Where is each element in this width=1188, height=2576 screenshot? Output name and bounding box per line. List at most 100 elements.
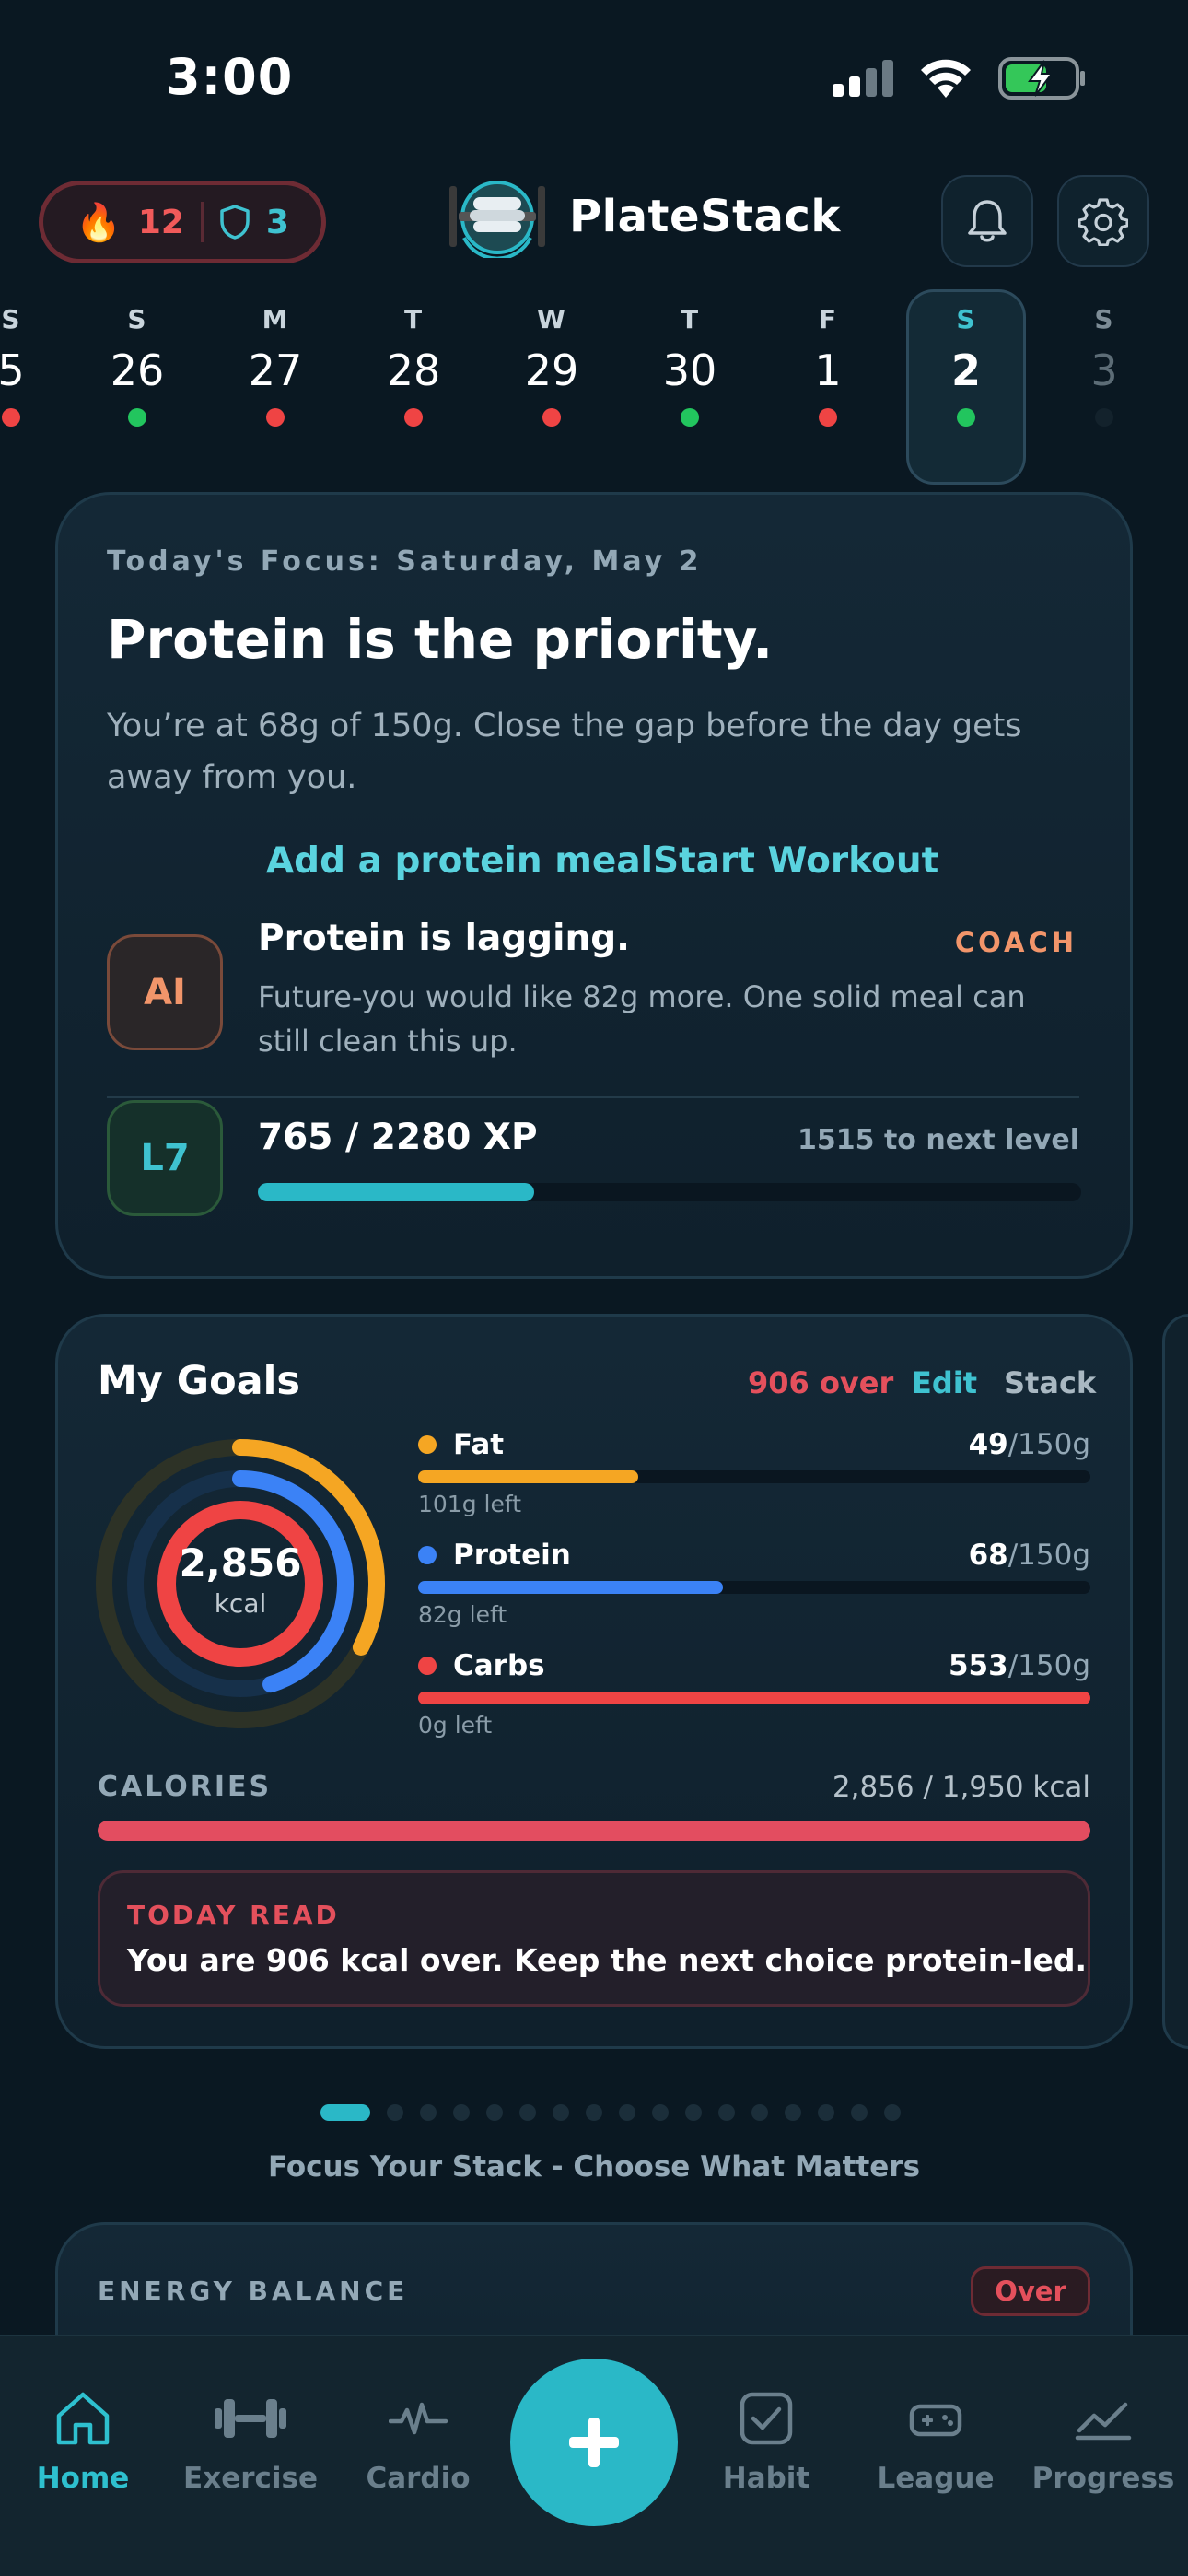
streak-pill[interactable]: 🔥 12 3 [39, 181, 326, 263]
level-badge: L7 [107, 1100, 223, 1216]
coach-tag: COACH [954, 927, 1077, 958]
pager-dot[interactable] [553, 2104, 569, 2121]
calendar-day[interactable]: M 27 [215, 304, 335, 427]
nav-league[interactable]: League [853, 2390, 1019, 2495]
pager-dot[interactable] [387, 2104, 403, 2121]
calories-value: 2,856 / 1,950 kcal [832, 1771, 1090, 1804]
fat-left: 101g left [418, 1491, 522, 1517]
day-letter: S [127, 304, 147, 334]
protein-fill [418, 1581, 723, 1594]
day-letter: S [956, 304, 976, 334]
nav-cardio[interactable]: Cardio [335, 2390, 501, 2495]
day-number: 28 [386, 345, 441, 395]
nav-habit[interactable]: Habit [683, 2390, 849, 2495]
pager-dot-active[interactable] [320, 2104, 370, 2121]
pager-dot[interactable] [785, 2104, 801, 2121]
calendar-day[interactable]: W 29 [492, 304, 611, 427]
pager-dot[interactable] [420, 2104, 437, 2121]
carbs-row-label: Carbs [418, 1649, 545, 1682]
fire-icon: 🔥 [76, 201, 122, 244]
energy-status-badge: Over [971, 2266, 1090, 2316]
goals-stack-button[interactable]: Stack [1004, 1365, 1096, 1400]
pager-dot[interactable] [685, 2104, 702, 2121]
signal-icon [833, 60, 893, 97]
pager-dot[interactable] [586, 2104, 602, 2121]
day-number: 27 [248, 345, 303, 395]
carbs-left: 0g left [418, 1712, 493, 1739]
today-read-text: You are 906 kcal over. Keep the next cho… [127, 1942, 1088, 1978]
pager-dot[interactable] [751, 2104, 768, 2121]
goals-edit-button[interactable]: Edit [912, 1365, 977, 1400]
carbs-track [418, 1692, 1090, 1704]
xp-next-level: 1515 to next level [798, 1124, 1079, 1156]
protein-left: 82g left [418, 1601, 507, 1628]
shield-count: 3 [265, 203, 289, 241]
day-letter: F [818, 304, 838, 334]
calendar-day[interactable]: T 28 [354, 304, 473, 427]
protein-row-label: Protein [418, 1539, 571, 1572]
protein-value: 68/150g [969, 1539, 1090, 1572]
plus-icon [569, 2418, 619, 2467]
pager-dot[interactable] [884, 2104, 901, 2121]
settings-button[interactable] [1057, 175, 1149, 267]
nav-home[interactable]: Home [0, 2390, 166, 2495]
fat-fill [418, 1470, 638, 1483]
day-status-dot [819, 408, 837, 427]
pager-dot[interactable] [652, 2104, 669, 2121]
add-protein-meal-link[interactable]: Add a protein meal [266, 840, 653, 882]
notifications-button[interactable] [941, 175, 1033, 267]
coach-title: Protein is lagging. [258, 918, 630, 959]
gamepad-icon [909, 2404, 962, 2437]
xp-value: 765 / 2280 XP [258, 1117, 538, 1158]
ai-coach-badge: AI [107, 934, 223, 1050]
calendar-day[interactable]: F 1 [768, 304, 888, 427]
coach-body: Future-you would like 82g more. One soli… [258, 979, 1026, 1059]
home-icon [56, 2392, 110, 2445]
calendar-day[interactable]: S 5 [0, 304, 71, 427]
protein-current: 68 [968, 1539, 1008, 1572]
carbs-label: Carbs [453, 1649, 545, 1682]
calendar-day[interactable]: S 3 [1044, 304, 1164, 427]
goals-title: My Goals [98, 1358, 300, 1404]
start-workout-link[interactable]: Start Workout [653, 840, 938, 882]
nav-progress[interactable]: Progress [1020, 2390, 1186, 2495]
day-number: 26 [110, 345, 165, 395]
nav-exercise[interactable]: Exercise [168, 2390, 333, 2495]
ring-calories-unit: kcal [214, 1588, 267, 1619]
calendar-day[interactable]: S 26 [77, 304, 197, 427]
protein-target: /150g [1007, 1539, 1090, 1572]
add-button[interactable] [510, 2359, 678, 2526]
protein-dot [418, 1546, 437, 1564]
day-status-dot [266, 408, 285, 427]
pager-dot[interactable] [453, 2104, 470, 2121]
pager-dot[interactable] [486, 2104, 503, 2121]
pager-dot[interactable] [851, 2104, 868, 2121]
next-card-peek [1162, 1314, 1188, 2049]
pager-dot[interactable] [718, 2104, 735, 2121]
carbs-target: /150g [1007, 1649, 1090, 1682]
calories-track [98, 1821, 1090, 1841]
carbs-fill [418, 1692, 1090, 1704]
pager-dot[interactable] [818, 2104, 834, 2121]
nav-label: League [877, 2462, 995, 2495]
ring-calories-value: 2,856 [179, 1540, 302, 1586]
pager-dot[interactable] [619, 2104, 635, 2121]
bell-icon [968, 200, 1007, 242]
fat-track [418, 1470, 1090, 1483]
protein-track [418, 1581, 1090, 1594]
dumbbell-icon [215, 2399, 286, 2438]
status-time: 3:00 [166, 48, 294, 106]
focus-title: Protein is the priority. [107, 608, 774, 671]
protein-label: Protein [453, 1539, 571, 1572]
day-number: 5 [0, 345, 25, 395]
day-number: 29 [524, 345, 579, 395]
calendar-day[interactable]: T 30 [630, 304, 750, 427]
calendar-day-selected[interactable]: S 2 [906, 304, 1026, 427]
day-letter: M [262, 304, 289, 334]
pager-dots[interactable] [320, 2104, 901, 2121]
xp-progress-fill [258, 1183, 535, 1201]
fat-value: 49/150g [969, 1428, 1090, 1461]
pill-divider [200, 202, 204, 242]
pager-dot[interactable] [519, 2104, 536, 2121]
day-status-dot [404, 408, 423, 427]
